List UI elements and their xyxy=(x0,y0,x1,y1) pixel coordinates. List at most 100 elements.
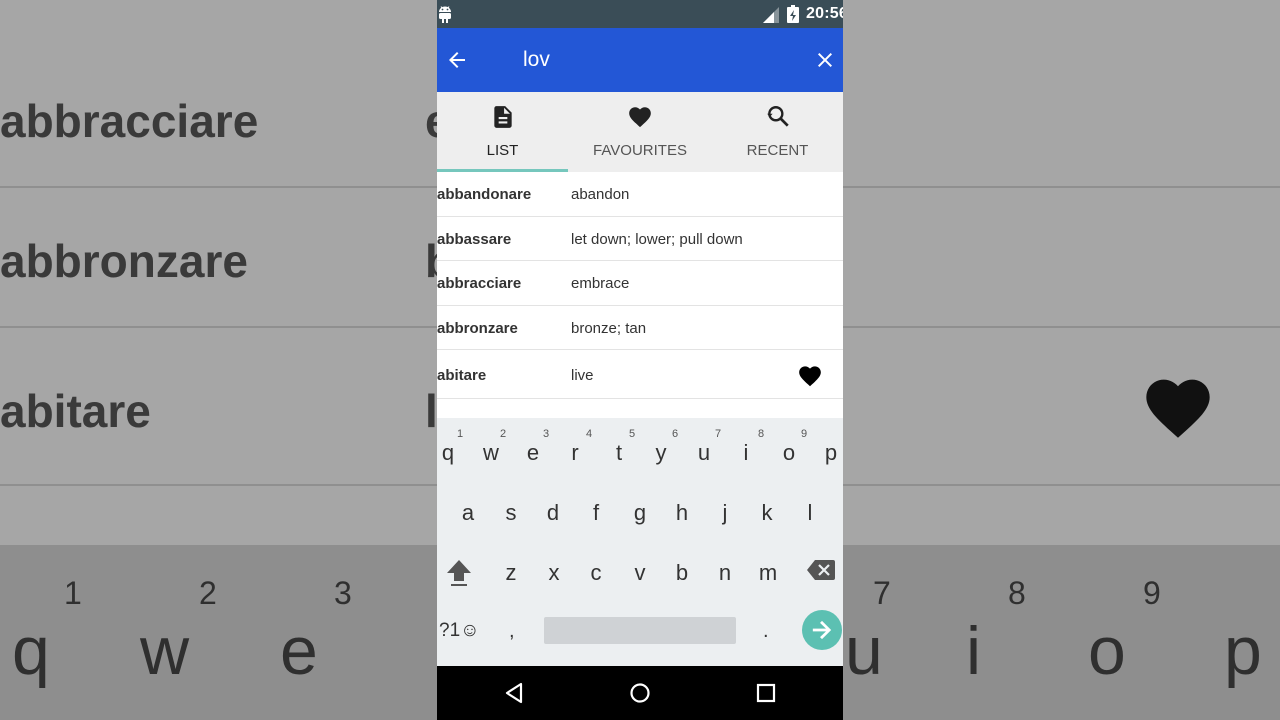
favourite-heart-icon[interactable] xyxy=(797,363,823,387)
key-e[interactable]: e xyxy=(518,440,548,466)
key-i[interactable]: i xyxy=(731,440,761,466)
phone-screen: 20:56 lov LIST FAVOURITES xyxy=(437,0,843,720)
key-f[interactable]: f xyxy=(581,500,611,526)
space-bar[interactable] xyxy=(544,617,736,644)
key-hint-number: 4 xyxy=(586,428,593,440)
background-number: 3 xyxy=(334,575,352,611)
tab-label: LIST xyxy=(486,142,519,159)
symbols-key[interactable]: ?1☺ xyxy=(439,620,480,642)
document-icon xyxy=(493,106,512,128)
search-history-icon xyxy=(766,106,789,127)
tab-bar: LIST FAVOURITES RECENT xyxy=(437,92,843,172)
background-number: 1 xyxy=(64,575,82,611)
list-item[interactable]: abbracciare embrace xyxy=(437,261,843,306)
key-d[interactable]: d xyxy=(538,500,568,526)
key-hint-number: 6 xyxy=(672,428,679,440)
key-m[interactable]: m xyxy=(753,560,783,586)
clear-search-icon[interactable] xyxy=(813,48,837,72)
key-hint-number: 9 xyxy=(801,428,808,440)
list-item[interactable]: abbandonare abandon xyxy=(437,172,843,217)
battery-charging-icon xyxy=(787,5,799,23)
key-b[interactable]: b xyxy=(667,560,697,586)
system-nav-bar xyxy=(437,666,843,720)
background-heart-icon xyxy=(1146,379,1210,438)
key-a[interactable]: a xyxy=(453,500,483,526)
key-r[interactable]: r xyxy=(560,440,590,466)
key-q[interactable]: q xyxy=(437,440,463,466)
key-j[interactable]: j xyxy=(710,500,740,526)
key-t[interactable]: t xyxy=(604,440,634,466)
key-u[interactable]: u xyxy=(689,440,719,466)
key-s[interactable]: s xyxy=(496,500,526,526)
key-g[interactable]: g xyxy=(625,500,655,526)
italian-word: abbronzare xyxy=(437,320,518,337)
key-k[interactable]: k xyxy=(752,500,782,526)
key-y[interactable]: y xyxy=(646,440,676,466)
key-n[interactable]: n xyxy=(710,560,740,586)
background-key: i xyxy=(966,613,982,689)
nav-home-icon[interactable] xyxy=(629,682,651,704)
tab-recent[interactable]: RECENT xyxy=(712,92,843,172)
backspace-key-icon[interactable] xyxy=(807,560,835,580)
key-x[interactable]: x xyxy=(539,560,569,586)
nav-back-icon[interactable] xyxy=(503,682,525,704)
tab-list[interactable]: LIST xyxy=(437,92,568,172)
background-row-fragment: l xyxy=(425,385,438,437)
nav-recents-icon[interactable] xyxy=(755,682,777,704)
background-key: p xyxy=(1224,613,1262,689)
english-translation: let down; lower; pull down xyxy=(571,231,743,248)
key-v[interactable]: v xyxy=(625,560,655,586)
english-translation: bronze; tan xyxy=(571,320,647,337)
key-h[interactable]: h xyxy=(667,500,697,526)
comma-key[interactable]: , xyxy=(509,620,515,643)
key-l[interactable]: l xyxy=(795,500,825,526)
search-app-bar: lov xyxy=(437,28,843,92)
italian-word: abbandonare xyxy=(437,186,532,203)
background-row-word: abitare xyxy=(0,385,151,437)
background-key: w xyxy=(140,613,190,689)
key-z[interactable]: z xyxy=(496,560,526,586)
key-c[interactable]: c xyxy=(581,560,611,586)
tab-favourites[interactable]: FAVOURITES xyxy=(568,92,712,172)
background-key: u xyxy=(845,613,883,689)
key-hint-number: 8 xyxy=(758,428,765,440)
english-translation: abandon xyxy=(571,186,630,203)
list-item[interactable]: abbronzare bronze; tan xyxy=(437,306,843,350)
background-row-word: abbronzare xyxy=(0,235,248,287)
arrow-right-icon xyxy=(812,620,832,640)
back-arrow-icon[interactable] xyxy=(445,48,469,72)
key-w[interactable]: w xyxy=(476,440,506,466)
shift-key-icon[interactable] xyxy=(445,558,473,588)
background-key: e xyxy=(280,613,318,689)
background-key: q xyxy=(12,613,50,689)
list-item[interactable]: abbassare let down; lower; pull down xyxy=(437,217,843,261)
english-translation: live xyxy=(571,367,594,384)
word-list: abbandonare abandon abbassare let down; … xyxy=(437,172,843,418)
search-input[interactable]: lov xyxy=(523,48,550,72)
background-number: 8 xyxy=(1008,575,1026,611)
signal-icon xyxy=(763,7,779,23)
soft-keyboard: 1 2 3 4 5 6 7 8 9 q w e r t y u i o p a … xyxy=(437,418,843,666)
background-number: 2 xyxy=(199,575,217,611)
italian-word: abitare xyxy=(437,367,487,384)
key-hint-number: 5 xyxy=(629,428,636,440)
status-bar: 20:56 xyxy=(437,0,843,28)
go-button[interactable] xyxy=(802,610,842,650)
background-row-word: abbracciare xyxy=(0,95,259,147)
android-debug-icon xyxy=(439,6,451,23)
italian-word: abbassare xyxy=(437,231,512,248)
background-number: 9 xyxy=(1143,575,1161,611)
heart-icon xyxy=(629,107,651,128)
tab-label: FAVOURITES xyxy=(593,142,687,159)
background-number: 7 xyxy=(873,575,891,611)
period-key[interactable]: . xyxy=(763,620,769,643)
key-o[interactable]: o xyxy=(774,440,804,466)
status-time: 20:56 xyxy=(806,5,843,22)
key-p[interactable]: p xyxy=(816,440,843,466)
tab-label: RECENT xyxy=(746,142,809,159)
background-key: o xyxy=(1088,613,1126,689)
key-hint-number: 2 xyxy=(500,428,507,440)
key-hint-number: 3 xyxy=(543,428,550,440)
list-item[interactable]: abitare live xyxy=(437,350,843,399)
italian-word: abbracciare xyxy=(437,275,522,292)
